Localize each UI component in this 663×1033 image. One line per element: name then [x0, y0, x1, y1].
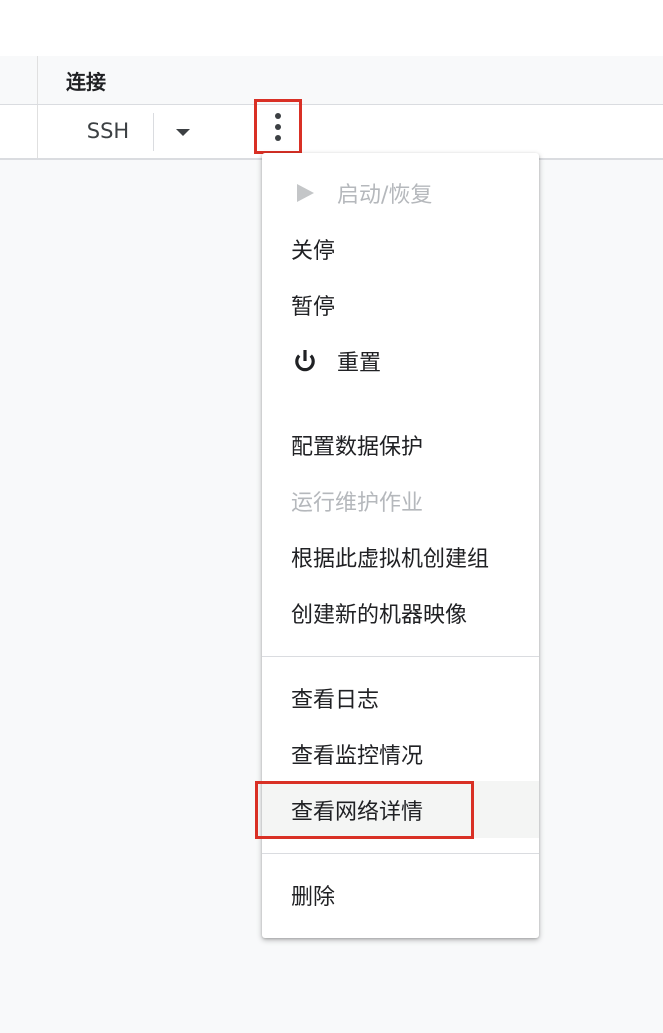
- menu-item-stop[interactable]: 关停: [262, 223, 539, 275]
- top-area: [0, 0, 663, 57]
- menu-item-label: 查看日志: [291, 688, 380, 713]
- more-vert-icon: [275, 110, 281, 143]
- menu-item-view-monitoring[interactable]: 查看监控情况: [262, 728, 539, 780]
- power-icon: [291, 347, 319, 375]
- menu-item-delete[interactable]: 删除: [262, 869, 539, 921]
- menu-divider: [262, 656, 539, 657]
- play-icon: [291, 179, 319, 207]
- ssh-split-divider: [153, 113, 154, 151]
- menu-item-label: 配置数据保护: [291, 435, 424, 460]
- column-divider: [37, 56, 38, 104]
- menu-item-start-resume[interactable]: 启动/恢复: [262, 167, 539, 219]
- menu-item-label: 关停: [291, 239, 336, 264]
- menu-item-create-machine-image[interactable]: 创建新的机器映像: [262, 587, 539, 639]
- column-divider: [37, 105, 38, 158]
- menu-divider: [262, 853, 539, 854]
- menu-item-configure-data-protection[interactable]: 配置数据保护: [262, 419, 539, 471]
- menu-item-label: 运行维护作业: [291, 491, 424, 516]
- menu-item-label: 启动/恢复: [337, 183, 433, 208]
- menu-item-reset[interactable]: 重置: [262, 335, 539, 387]
- ssh-button[interactable]: SSH: [72, 115, 144, 147]
- menu-item-label: 创建新的机器映像: [291, 603, 468, 628]
- menu-item-create-group[interactable]: 根据此虚拟机创建组: [262, 531, 539, 583]
- menu-item-label: 查看监控情况: [291, 744, 424, 769]
- more-actions-button[interactable]: [254, 99, 302, 154]
- menu-item-label: 重置: [337, 351, 382, 376]
- highlight-annotation: [255, 781, 474, 839]
- menu-item-label: 根据此虚拟机创建组: [291, 547, 490, 572]
- menu-item-label: 暂停: [291, 295, 336, 320]
- table-row: SSH: [0, 105, 663, 160]
- ssh-dropdown-button[interactable]: [166, 117, 200, 147]
- menu-item-suspend[interactable]: 暂停: [262, 279, 539, 331]
- arrow-drop-down-icon: [176, 128, 190, 136]
- table-header-row: 连接: [0, 56, 663, 105]
- menu-item-run-maintenance[interactable]: 运行维护作业: [262, 475, 539, 527]
- menu-item-view-logs[interactable]: 查看日志: [262, 672, 539, 724]
- column-header-connect: 连接: [66, 70, 106, 94]
- menu-item-label: 删除: [291, 885, 336, 910]
